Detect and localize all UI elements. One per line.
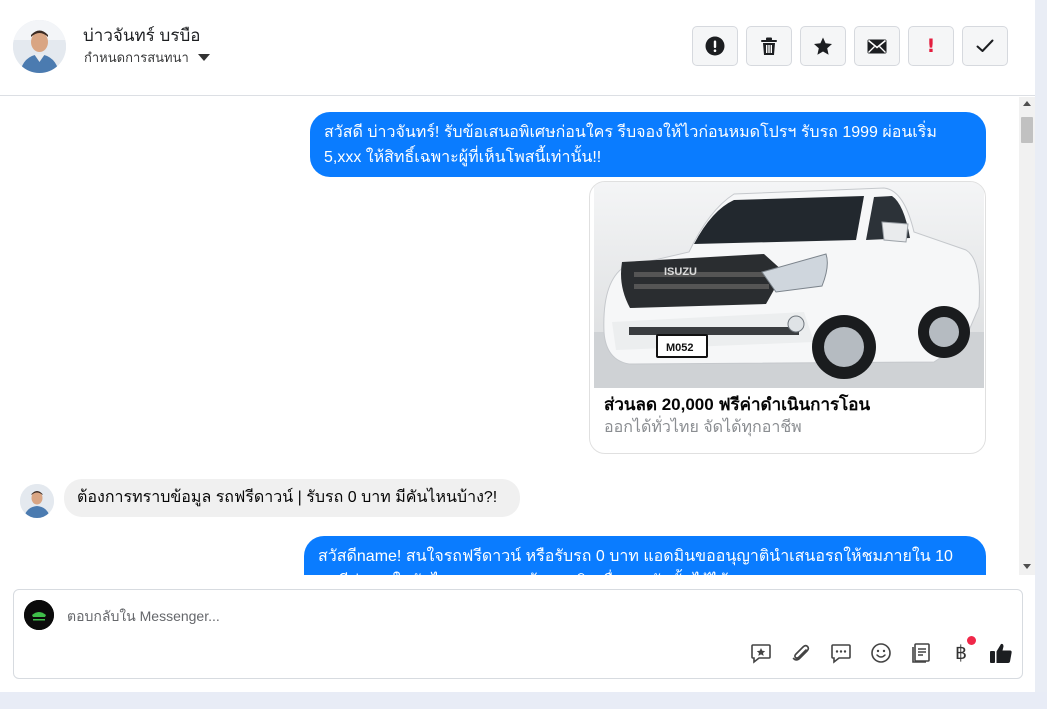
outgoing-message: สวัสดี บ่าวจันทร์! รับข้อเสนอพิเศษก่อนใค… [310,112,986,177]
report-button[interactable] [692,26,738,66]
notes-icon [912,643,930,663]
mark-done-button[interactable] [962,26,1008,66]
contact-avatar[interactable] [13,20,66,73]
baht-icon: ฿ [954,642,968,664]
promo-card-subtitle: ออกได้ทั่วไทย จัดได้ทุกอาชีพ [604,419,802,436]
delete-button[interactable] [746,26,792,66]
plate-text: M052 [666,342,694,354]
saved-reply-icon [751,644,771,664]
notes-button[interactable] [908,640,934,666]
emoji-icon [871,643,891,663]
chat-bubble-icon [831,644,851,664]
saved-reply-button[interactable] [748,640,774,666]
star-icon [814,37,832,55]
payment-button[interactable]: ฿ [948,636,976,666]
like-button[interactable] [988,640,1014,666]
brand-text: ISUZU [664,266,697,278]
assign-conversation-label: กำหนดการสนทนา [84,50,189,65]
check-icon [976,39,994,52]
notification-dot [967,636,976,645]
contact-avatar-small[interactable] [20,484,54,518]
promo-card-title: ส่วนลด 20,000 ฟรีค่าดำเนินการโอน [604,395,871,414]
outgoing-message-2: สวัสดีname! สนใจรถฟรีดาวน์ หรือรับรถ 0 บ… [304,536,986,575]
conversation-toolbar: ! [692,26,1008,66]
contact-name: บ่าวจันทร์ บรบือ [83,26,201,45]
thread-scrollbar[interactable] [1019,97,1035,575]
emoji-button[interactable] [868,640,894,666]
scroll-up-arrow-icon[interactable] [1023,101,1031,106]
exclamation-icon: ! [926,34,936,57]
scrollbar-thumb[interactable] [1021,117,1033,143]
attach-icon [792,644,810,661]
scroll-down-arrow-icon[interactable] [1023,564,1031,569]
like-icon [990,643,1012,663]
conversation-header: บ่าวจันทร์ บรบือ กำหนดการสนทนา ! [0,0,1035,96]
mail-icon [867,39,887,53]
message-thread: สวัสดี บ่าวจันทร์! รับข้อเสนอพิเศษก่อนใค… [0,97,1019,575]
assign-conversation-dropdown[interactable]: กำหนดการสนทนา [84,47,210,68]
promo-card[interactable]: ISUZU M052 ส่วนลด 20,000 ฟรีค่าดำเนินการ… [589,181,986,454]
alert-circle-icon [705,36,725,56]
priority-button[interactable]: ! [908,26,954,66]
incoming-message: ต้องการทราบข้อมูล รถฟรีดาวน์ | รับรถ 0 บ… [64,479,520,517]
attach-button[interactable] [788,640,814,666]
reply-input[interactable] [67,605,967,627]
mark-unread-button[interactable] [854,26,900,66]
quick-reply-button[interactable] [828,640,854,666]
star-button[interactable] [800,26,846,66]
window-right-edge [1035,0,1047,709]
caret-down-icon [197,54,210,61]
page-logo-avatar [24,600,54,630]
trash-icon [761,37,777,55]
messenger-window: บ่าวจันทร์ บรบือ กำหนดการสนทนา ! สวัสดี … [0,0,1035,692]
composer-toolbar: ฿ [748,636,1014,666]
promo-car-image: ISUZU M052 [594,182,984,388]
reply-composer: ฿ [13,589,1023,679]
window-bottom-edge [0,692,1047,709]
